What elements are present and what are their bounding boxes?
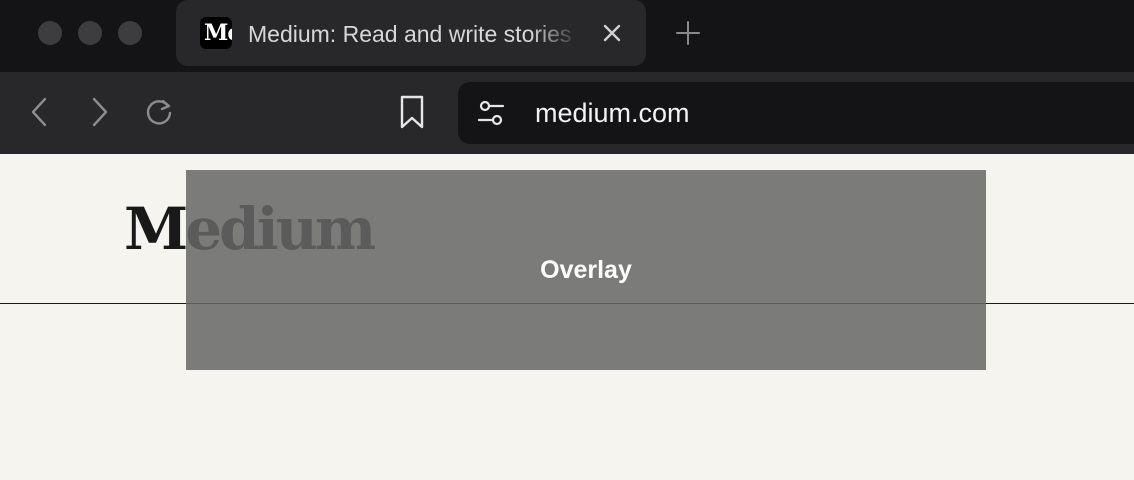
chevron-right-icon[interactable]: [84, 96, 116, 128]
tab-strip: Medium Medium: Read and write stories: [0, 0, 1134, 72]
sliders-icon[interactable]: [476, 98, 506, 128]
medium-favicon-icon: Medium: [200, 17, 232, 49]
page-content: Medium Overlay: [0, 154, 1134, 480]
toolbar: medium.com: [0, 72, 1134, 154]
tab-title: Medium: Read and write stories: [248, 21, 572, 47]
chevron-left-icon[interactable]: [24, 96, 56, 128]
maximize-window-button[interactable]: [118, 21, 142, 45]
address-bar[interactable]: medium.com: [458, 82, 1134, 144]
close-icon[interactable]: [600, 21, 624, 45]
browser-window: Medium Medium: Read and write stories: [0, 0, 1134, 480]
tab-medium[interactable]: Medium Medium: Read and write stories: [176, 0, 646, 66]
plus-icon[interactable]: [674, 19, 702, 47]
url-text[interactable]: medium.com: [535, 96, 690, 130]
bookmark-icon[interactable]: [396, 94, 428, 130]
close-window-button[interactable]: [38, 21, 62, 45]
minimize-window-button[interactable]: [78, 21, 102, 45]
overlay: Overlay: [186, 170, 986, 370]
reload-icon[interactable]: [143, 96, 175, 128]
overlay-label: Overlay: [540, 256, 632, 284]
